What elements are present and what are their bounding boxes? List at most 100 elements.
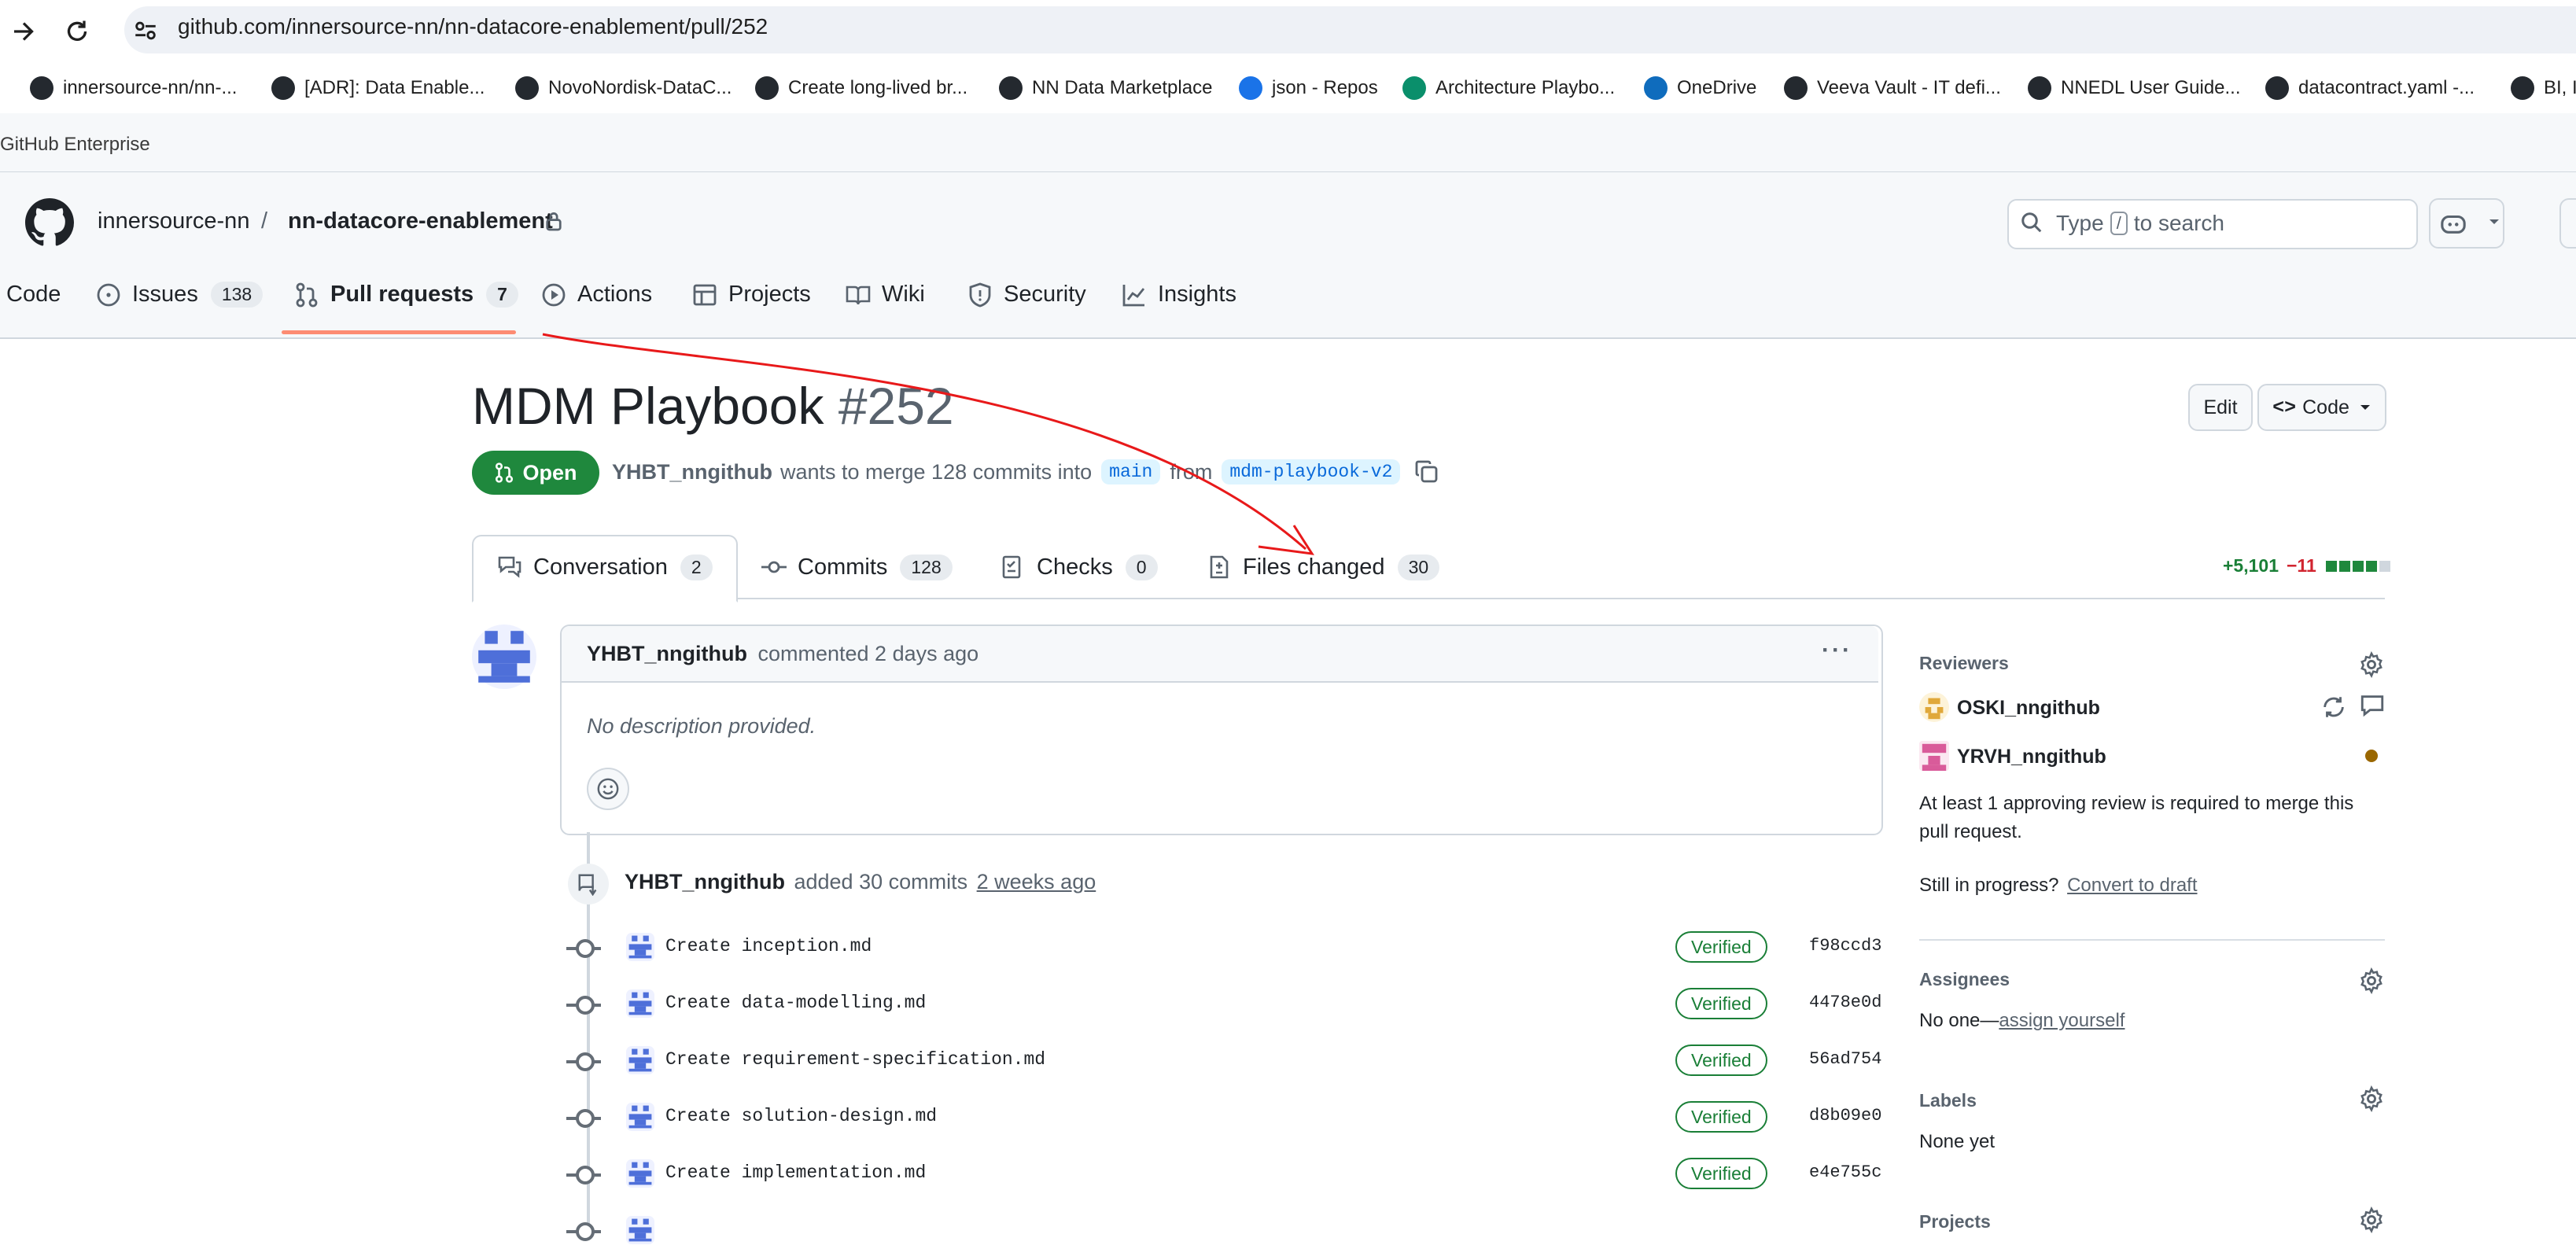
bookmark-item[interactable]: Architecture Playbo...	[1402, 72, 1615, 104]
url-text[interactable]: github.com/innersource-nn/nn-datacore-en…	[178, 14, 768, 39]
labels-value: None yet	[1919, 1131, 1996, 1152]
edit-button[interactable]: Edit	[2188, 384, 2253, 431]
git-commit-icon	[576, 1052, 595, 1071]
commit-message[interactable]: Create requirement-specification.md	[665, 1049, 1045, 1070]
projects-gear-icon[interactable]	[2358, 1207, 2385, 1233]
base-branch[interactable]: main	[1101, 459, 1161, 484]
forward-arrow-icon[interactable]	[9, 17, 38, 46]
convert-to-draft-link[interactable]: Convert to draft	[2067, 875, 2197, 896]
enterprise-banner	[0, 113, 2576, 172]
tab-security[interactable]: Security	[967, 282, 1086, 308]
commit-event-author[interactable]: YHBT_nngithub	[625, 870, 785, 893]
breadcrumb-owner[interactable]: innersource-nn	[98, 208, 249, 234]
pr-tab-files-changed[interactable]: Files changed 30	[1207, 535, 1440, 599]
comment-icon[interactable]	[2359, 692, 2386, 719]
create-new-button[interactable]	[2559, 198, 2576, 249]
reviewer-avatar-oski[interactable]	[1919, 692, 1949, 722]
assign-yourself-link[interactable]: assign yourself	[1999, 1010, 2125, 1031]
reviewer-name[interactable]: OSKI_nngithub	[1957, 697, 2100, 720]
bookmark-item[interactable]: OneDrive	[1644, 72, 1756, 104]
pr-tab-checks[interactable]: Checks 0	[1001, 535, 1158, 599]
commit-sha[interactable]: 56ad754	[1809, 1049, 1881, 1069]
bookmark-item[interactable]: Veeva Vault - IT defi...	[1784, 72, 2001, 104]
commit-author-avatar[interactable]	[626, 1159, 654, 1188]
add-reaction-button[interactable]	[587, 768, 629, 810]
verified-badge[interactable]: Verified	[1675, 931, 1767, 963]
verified-badge[interactable]: Verified	[1675, 988, 1767, 1019]
tab-actions[interactable]: Actions	[541, 282, 652, 308]
checklist-icon	[1002, 555, 1021, 579]
commit-author-avatar[interactable]	[626, 989, 654, 1018]
commit-author-avatar[interactable]	[626, 1216, 654, 1244]
pr-tab-counter: 0	[1125, 554, 1158, 580]
verified-badge[interactable]: Verified	[1675, 1101, 1767, 1133]
reload-icon[interactable]	[63, 17, 91, 46]
verified-badge[interactable]: Verified	[1675, 1044, 1767, 1076]
tab-label: Projects	[728, 282, 811, 307]
tab-projects[interactable]: Projects	[692, 282, 811, 308]
bookmark-item[interactable]: json - Repos	[1239, 72, 1378, 104]
commit-sha[interactable]: e4e755c	[1809, 1162, 1881, 1182]
commit-author-avatar[interactable]	[626, 933, 654, 961]
file-diff-icon	[1210, 555, 1229, 579]
head-branch[interactable]: mdm-playbook-v2	[1222, 459, 1401, 484]
bookmark-favicon-icon	[1784, 76, 1808, 100]
tab-label: Actions	[577, 282, 653, 307]
tab-insights[interactable]: Insights	[1122, 282, 1236, 308]
bookmark-item[interactable]: [ADR]: Data Enable...	[271, 72, 485, 104]
copy-icon[interactable]	[1414, 459, 1439, 484]
assignees-gear-icon[interactable]	[2358, 967, 2385, 994]
labels-gear-icon[interactable]	[2358, 1085, 2385, 1112]
verified-badge[interactable]: Verified	[1675, 1158, 1767, 1189]
kebab-menu-icon[interactable]: ···	[1822, 637, 1852, 664]
bookmark-item[interactable]: datacontract.yaml -...	[2265, 72, 2475, 104]
breadcrumb-repo[interactable]: nn-datacore-enablement	[288, 208, 553, 234]
author-avatar[interactable]	[472, 624, 536, 689]
play-icon	[542, 283, 566, 306]
commit-row: Create data-modelling.md Verified 4478e0d	[566, 977, 1888, 1033]
reviewers-gear-icon[interactable]	[2358, 651, 2385, 678]
commit-message[interactable]: Create data-modelling.md	[665, 993, 926, 1013]
tab-code[interactable]: Code	[6, 282, 61, 308]
commit-sha[interactable]: 4478e0d	[1809, 993, 1881, 1012]
bookmark-item[interactable]: BI, I	[2511, 72, 2576, 104]
site-settings-icon[interactable]	[132, 17, 159, 44]
diff-deletions: −11	[2287, 555, 2316, 576]
commit-message[interactable]: Create inception.md	[665, 936, 872, 956]
bookmark-item[interactable]: NN Data Marketplace	[999, 72, 1212, 104]
assignees-value: No one—assign yourself	[1919, 1010, 2125, 1032]
commit-sha[interactable]: f98ccd3	[1809, 936, 1881, 956]
pr-tab-commits[interactable]: Commits 128	[761, 535, 953, 599]
commit-row: Create solution-design.md Verified d8b09e0	[566, 1090, 1888, 1147]
pr-from-text: from	[1170, 459, 1213, 484]
comment-author[interactable]: YHBT_nngithub	[587, 642, 747, 665]
commit-message[interactable]: Create implementation.md	[665, 1162, 926, 1183]
bookmark-item[interactable]: NovoNordisk-DataC...	[515, 72, 732, 104]
bookmark-item[interactable]: Create long-lived br...	[755, 72, 967, 104]
bookmark-item[interactable]: NNEDL User Guide...	[2028, 72, 2241, 104]
commit-author-avatar[interactable]	[626, 1103, 654, 1131]
active-tab-underline	[282, 330, 516, 334]
copilot-icon	[2441, 215, 2466, 234]
commit-event-time[interactable]: 2 weeks ago	[977, 870, 1096, 893]
bookmark-item[interactable]: innersource-nn/nn-...	[30, 72, 237, 104]
tab-pull-requests[interactable]: Pull requests 7	[294, 282, 518, 308]
comment-action[interactable]: commented 2 days ago	[757, 642, 978, 665]
pr-tab-label: Files changed	[1243, 554, 1385, 580]
search-icon	[2021, 212, 2042, 233]
sync-icon[interactable]	[2320, 694, 2347, 720]
pr-tab-conversation[interactable]: Conversation 2	[497, 535, 713, 599]
reviewer-avatar-yrvh[interactable]	[1919, 741, 1949, 771]
github-logo-icon[interactable]	[25, 198, 74, 247]
tab-wiki[interactable]: Wiki	[846, 282, 925, 308]
comment-body: No description provided.	[587, 714, 816, 738]
tab-issues[interactable]: Issues 138	[96, 282, 263, 308]
pr-author[interactable]: YHBT_nngithub	[612, 460, 772, 484]
commit-message[interactable]: Create solution-design.md	[665, 1106, 937, 1126]
search-text-before: Type	[2056, 211, 2104, 235]
code-button[interactable]: <> Code	[2257, 384, 2386, 431]
commit-sha[interactable]: d8b09e0	[1809, 1106, 1881, 1126]
commit-author-avatar[interactable]	[626, 1046, 654, 1074]
chevron-down-icon[interactable]	[2488, 217, 2500, 227]
reviewer-name[interactable]: YRVH_nngithub	[1957, 746, 2106, 768]
